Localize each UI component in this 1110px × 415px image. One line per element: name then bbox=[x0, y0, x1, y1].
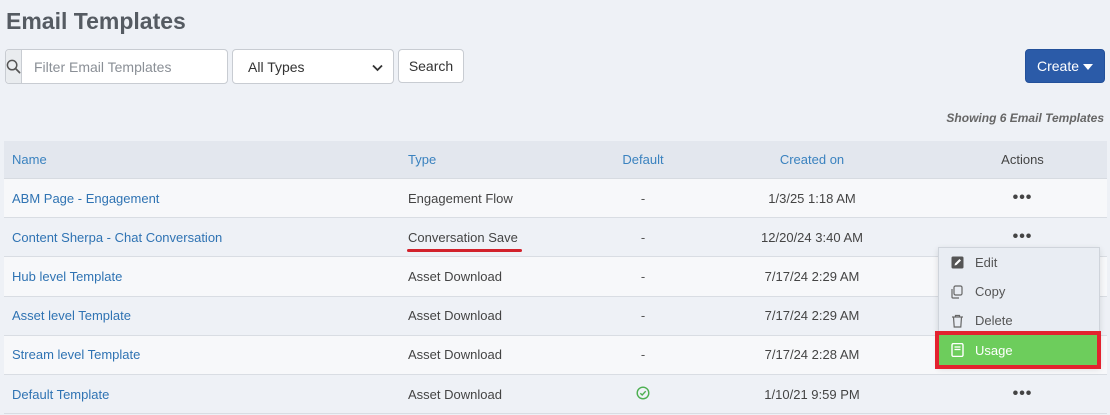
column-header-default[interactable]: Default bbox=[600, 152, 686, 167]
default-value: - bbox=[640, 308, 646, 324]
table-row: ABM Page - Engagement Engagement Flow - … bbox=[4, 179, 1107, 219]
template-type: Asset Download bbox=[408, 308, 502, 324]
create-button-label: Create bbox=[1036, 58, 1080, 74]
menu-item-label: Usage bbox=[975, 342, 1013, 358]
default-value: - bbox=[640, 229, 646, 245]
template-name-link[interactable]: Content Sherpa - Chat Conversation bbox=[12, 230, 222, 245]
menu-item-label: Copy bbox=[975, 284, 1006, 299]
template-type-text: Conversation Save bbox=[408, 229, 518, 245]
created-on: 7/17/24 2:28 AM bbox=[764, 347, 860, 363]
created-on: 1/10/21 9:59 PM bbox=[764, 386, 860, 402]
template-type: Asset Download bbox=[408, 268, 502, 284]
type-select-value: All Types bbox=[248, 58, 305, 75]
actions-dropdown-menu: Edit Copy Delete Usage bbox=[935, 247, 1101, 369]
template-type: Asset Download bbox=[408, 347, 502, 363]
default-check-icon bbox=[636, 386, 650, 403]
menu-item-edit[interactable]: Edit bbox=[939, 248, 1099, 277]
template-name-link[interactable]: Asset level Template bbox=[12, 308, 131, 323]
type-select[interactable]: All Types bbox=[232, 49, 394, 84]
page-title: Email Templates bbox=[6, 8, 186, 34]
create-button[interactable]: Create bbox=[1025, 49, 1105, 83]
default-value: - bbox=[640, 347, 646, 363]
actions-ellipsis-button[interactable]: ••• bbox=[1013, 189, 1033, 206]
template-type-highlighted: Conversation Save bbox=[407, 229, 522, 252]
column-header-name[interactable]: Name bbox=[4, 152, 400, 167]
menu-item-usage[interactable]: Usage bbox=[935, 331, 1101, 369]
column-header-created-on[interactable]: Created on bbox=[686, 152, 938, 167]
column-header-type[interactable]: Type bbox=[400, 152, 600, 167]
template-count: Showing 6 Email Templates bbox=[946, 111, 1104, 125]
menu-item-delete[interactable]: Delete bbox=[939, 306, 1099, 335]
template-name-link[interactable]: ABM Page - Engagement bbox=[12, 191, 159, 206]
trash-icon bbox=[949, 313, 965, 329]
actions-ellipsis-button[interactable]: ••• bbox=[1013, 228, 1033, 245]
actions-ellipsis-button[interactable]: ••• bbox=[1013, 385, 1033, 402]
template-name-link[interactable]: Default Template bbox=[12, 387, 109, 402]
menu-item-copy[interactable]: Copy bbox=[939, 277, 1099, 306]
copy-icon bbox=[949, 284, 965, 300]
default-value: - bbox=[640, 190, 646, 206]
menu-item-label: Delete bbox=[975, 313, 1013, 328]
caret-down-icon bbox=[1083, 58, 1094, 74]
default-value: - bbox=[640, 268, 646, 284]
search-button[interactable]: Search bbox=[398, 49, 464, 83]
table-header: Name Type Default Created on Actions bbox=[4, 141, 1107, 179]
table-row: Default Template Asset Download 1/10/21 … bbox=[4, 374, 1107, 415]
template-type: Asset Download bbox=[408, 386, 502, 402]
created-on: 7/17/24 2:29 AM bbox=[764, 308, 860, 324]
created-on: 1/3/25 1:18 AM bbox=[768, 190, 856, 206]
search-group bbox=[5, 49, 228, 84]
menu-item-label: Edit bbox=[975, 255, 998, 270]
column-header-actions: Actions bbox=[1001, 152, 1044, 167]
search-icon bbox=[6, 50, 22, 83]
template-type: Engagement Flow bbox=[408, 190, 513, 206]
edit-icon bbox=[949, 255, 965, 271]
created-on: 12/20/24 3:40 AM bbox=[761, 229, 863, 245]
chevron-down-icon bbox=[372, 59, 383, 75]
created-on: 7/17/24 2:29 AM bbox=[764, 268, 860, 284]
red-underline-annotation bbox=[407, 248, 522, 252]
template-name-link[interactable]: Stream level Template bbox=[12, 347, 140, 362]
template-name-link[interactable]: Hub level Template bbox=[12, 269, 122, 284]
book-icon bbox=[949, 342, 965, 358]
filter-email-templates-input[interactable] bbox=[22, 50, 227, 83]
